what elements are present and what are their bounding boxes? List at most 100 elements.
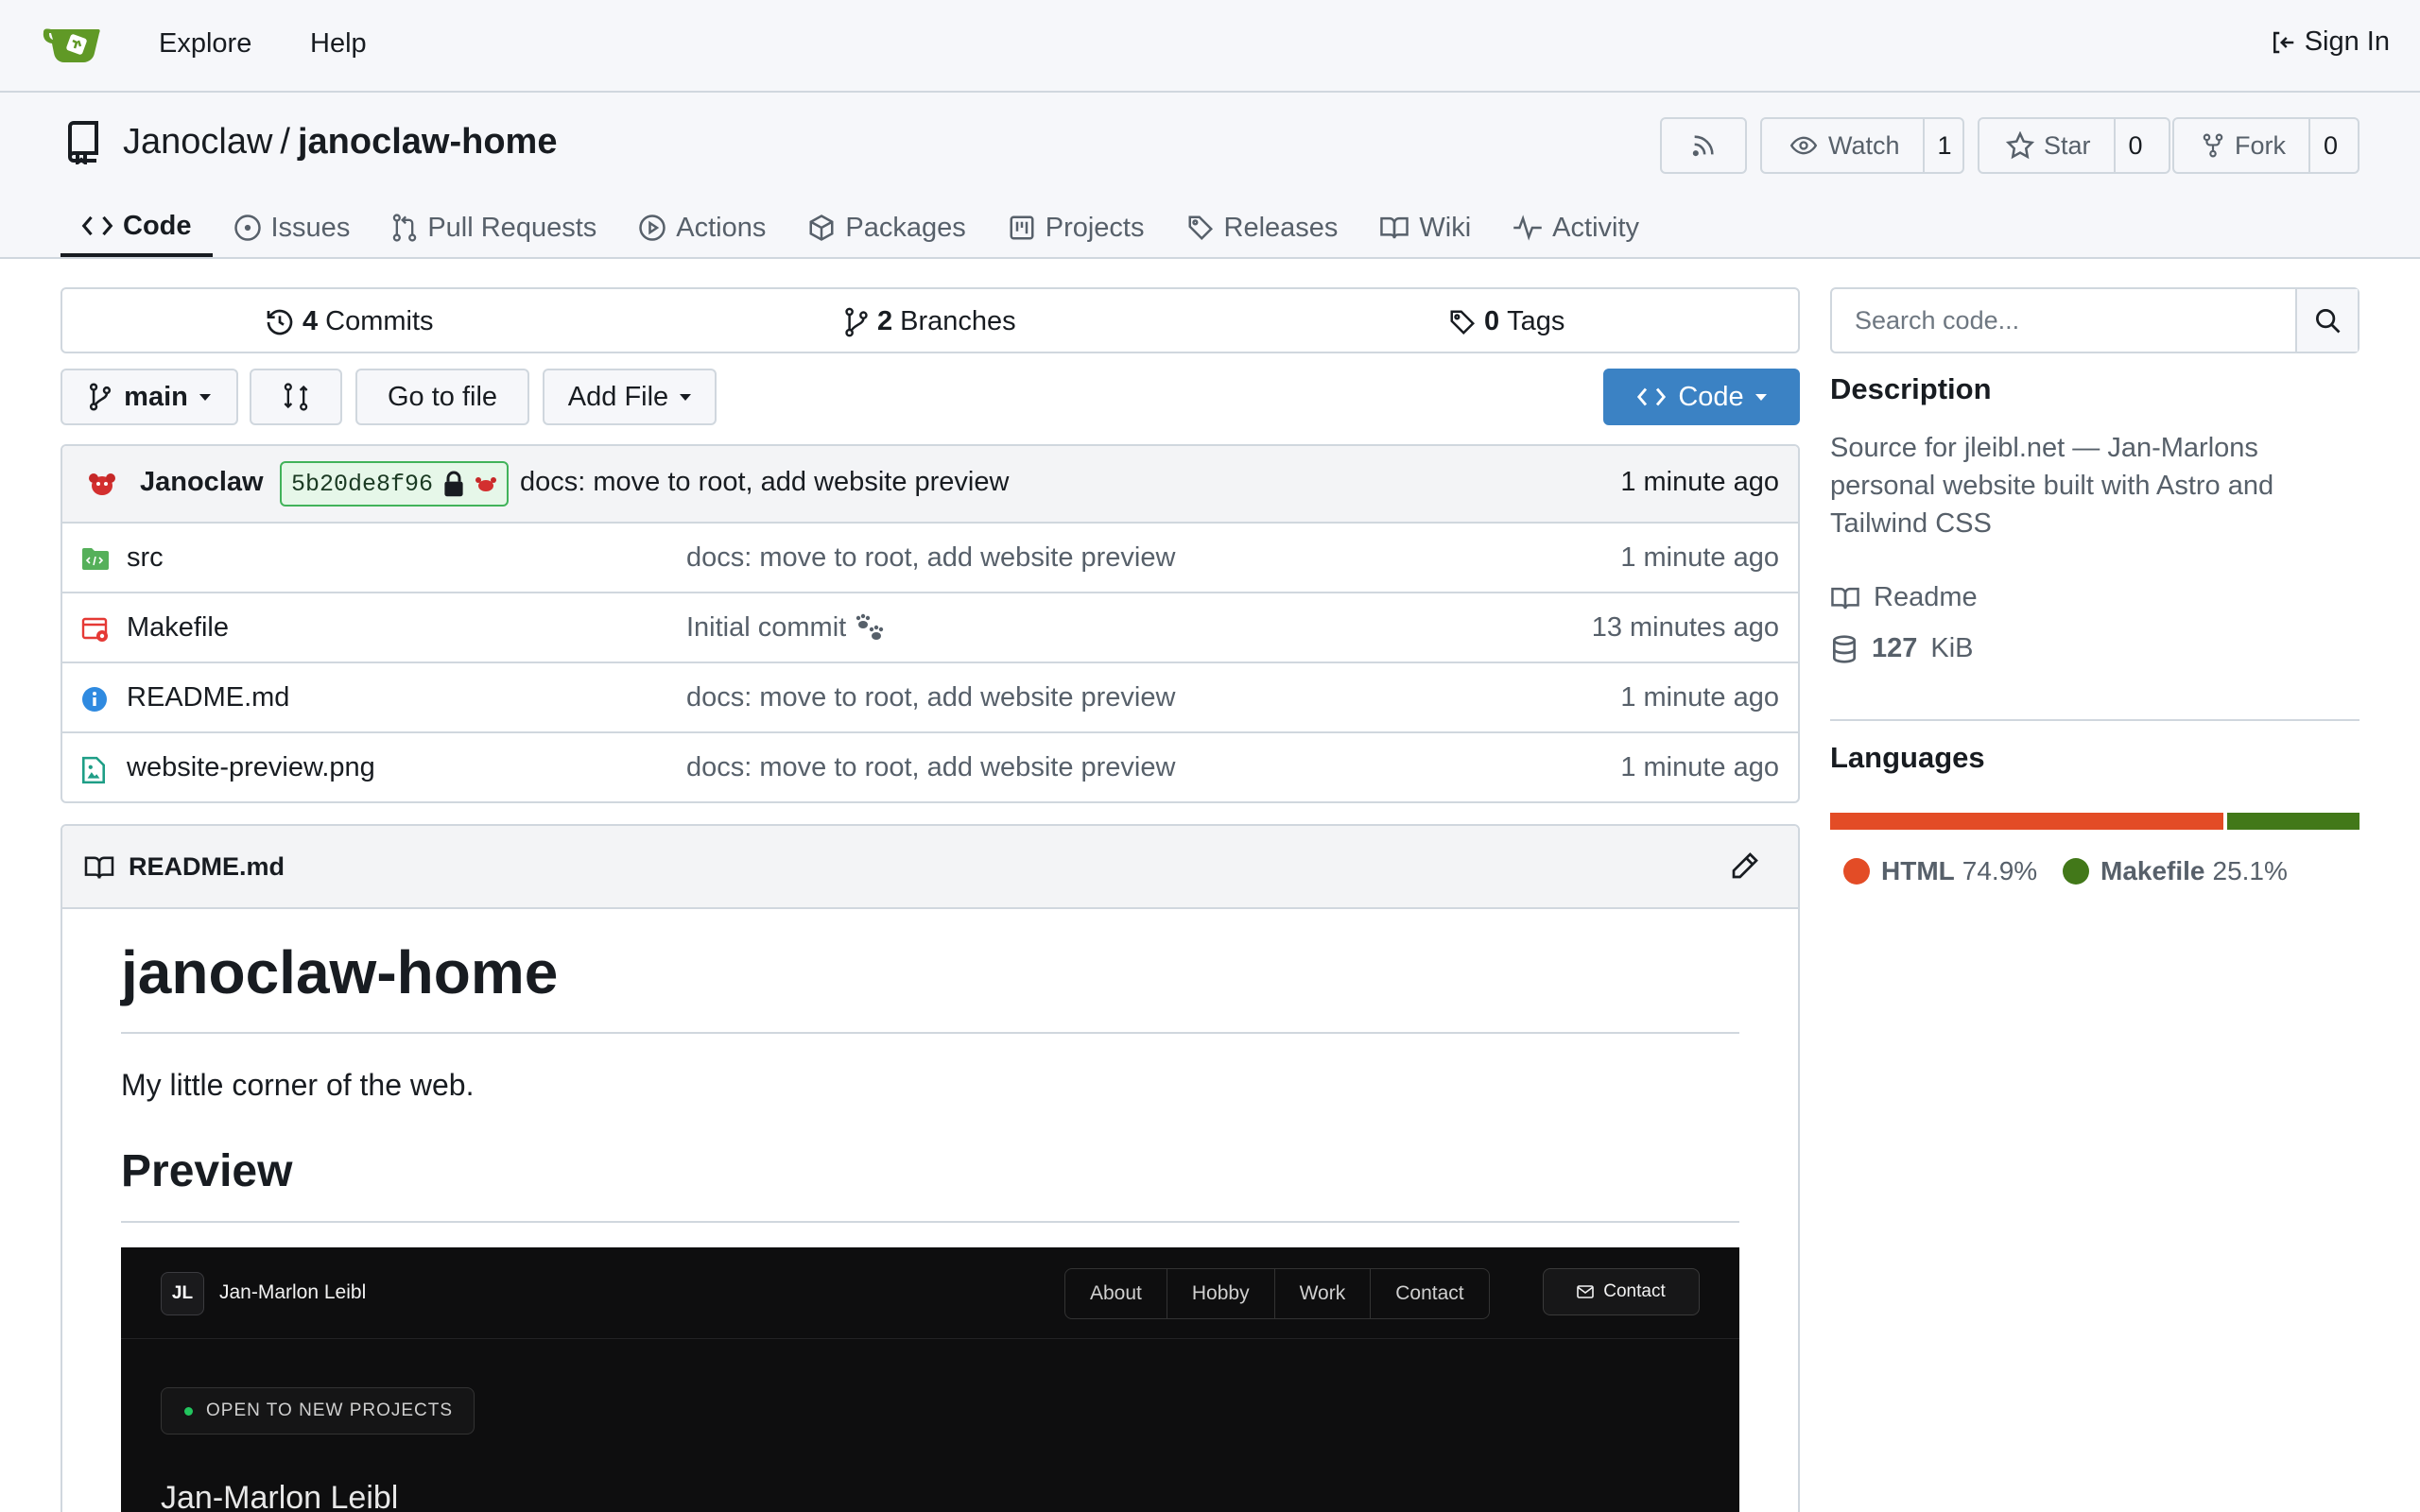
tab-releases[interactable]: Releases	[1166, 198, 1359, 257]
tab-code[interactable]: Code	[60, 198, 213, 257]
commits-link[interactable]: 4 Commits	[265, 306, 434, 337]
folder-icon	[81, 546, 110, 571]
info-icon	[81, 686, 108, 713]
watch-label: Watch	[1828, 130, 1900, 160]
paw-prints-icon	[854, 613, 886, 644]
book-icon	[1379, 215, 1409, 241]
branch-selector[interactable]: main	[60, 369, 238, 425]
star-icon	[2006, 131, 2034, 160]
eye-icon	[1789, 132, 1819, 159]
file-row[interactable]: website-preview.png docs: move to root, …	[62, 733, 1798, 801]
file-commit-message[interactable]: docs: move to root, add website preview	[686, 542, 1175, 574]
fork-button[interactable]: Fork 0	[2172, 117, 2360, 174]
commit-time: 1 minute ago	[1620, 467, 1779, 497]
readme-link[interactable]: Readme	[1830, 582, 1978, 613]
commit-author[interactable]: Janoclaw	[140, 467, 264, 498]
repo-size: 127 KiB	[1830, 633, 1974, 664]
commits-count: 4	[302, 306, 319, 336]
tags-link[interactable]: 0 Tags	[1448, 306, 1564, 337]
language-item-html: HTML 74.9%	[1843, 856, 2037, 886]
language-percent: 25.1%	[2212, 856, 2288, 885]
go-to-file-button[interactable]: Go to file	[355, 369, 529, 425]
commit-sha-badge[interactable]: 5b20de8f96	[280, 461, 510, 507]
file-name[interactable]: src	[127, 542, 164, 574]
compare-button[interactable]	[250, 369, 342, 425]
watch-button[interactable]: Watch 1	[1760, 117, 1964, 174]
file-commit-message-text: Initial commit	[686, 612, 847, 643]
fork-icon	[2201, 131, 2225, 160]
sign-in-link[interactable]: Sign In	[2269, 26, 2390, 58]
tab-code-label: Code	[123, 210, 192, 241]
sidebar-divider	[1830, 719, 2360, 721]
star-button[interactable]: Star 0	[1978, 117, 2170, 174]
chevron-down-icon	[680, 393, 692, 401]
project-icon	[1008, 214, 1036, 242]
avatar[interactable]	[87, 471, 117, 499]
add-file-button[interactable]: Add File	[543, 369, 717, 425]
repo-size-value: 127	[1872, 633, 1918, 663]
latest-commit-row: Janoclaw 5b20de8f96 docs: move to root, …	[62, 446, 1798, 524]
branch-name: main	[124, 381, 188, 412]
repo-title: Janoclaw / janoclaw-home	[62, 119, 557, 164]
file-commit-message[interactable]: docs: move to root, add website preview	[686, 752, 1175, 783]
file-name[interactable]: Makefile	[127, 612, 229, 644]
clone-code-button[interactable]: Code	[1603, 369, 1800, 425]
tab-projects[interactable]: Projects	[987, 198, 1166, 257]
repo-owner-link[interactable]: Janoclaw	[123, 122, 272, 163]
language-name: HTML	[1881, 856, 1955, 885]
tab-issues[interactable]: Issues	[213, 198, 372, 257]
description-title: Description	[1830, 372, 1992, 405]
mail-icon	[1577, 1285, 1595, 1298]
chevron-down-icon	[199, 393, 211, 401]
file-row[interactable]: src docs: move to root, add website prev…	[62, 524, 1798, 593]
tab-packages-label: Packages	[845, 212, 966, 243]
fork-label: Fork	[2235, 130, 2286, 160]
tab-releases-label: Releases	[1223, 212, 1339, 243]
edit-readme-button[interactable]	[1730, 850, 1760, 881]
commit-message-link[interactable]: docs: move to root, add website preview	[520, 467, 1009, 498]
tab-activity-label: Activity	[1552, 212, 1640, 243]
preview-status-badge: OPEN TO NEW PROJECTS	[161, 1387, 475, 1435]
preview-divider	[121, 1338, 1739, 1339]
gitea-logo-icon[interactable]	[42, 25, 102, 66]
preview-nav-item: Contact	[1370, 1269, 1488, 1318]
tab-activity[interactable]: Activity	[1492, 198, 1660, 257]
star-count[interactable]: 0	[2113, 119, 2156, 172]
tab-wiki[interactable]: Wiki	[1358, 198, 1492, 257]
tab-issues-label: Issues	[270, 212, 351, 243]
search-button[interactable]	[2295, 289, 2358, 352]
nav-explore-link[interactable]: Explore	[159, 28, 251, 60]
readme-link-label: Readme	[1874, 582, 1978, 612]
status-dot-icon	[184, 1406, 193, 1416]
commit-sha: 5b20de8f96	[291, 470, 434, 498]
tags-count: 0	[1484, 306, 1500, 336]
tag-icon	[1186, 214, 1215, 242]
file-name[interactable]: website-preview.png	[127, 752, 375, 783]
repo-description: Source for jleibl.net — Jan-Marlons pers…	[1830, 433, 2274, 539]
file-row[interactable]: README.md docs: move to root, add websit…	[62, 663, 1798, 733]
top-navbar: Explore Help Sign In	[0, 0, 2420, 93]
fork-count[interactable]: 0	[2308, 119, 2351, 172]
tab-actions[interactable]: Actions	[617, 198, 786, 257]
search-input[interactable]	[1832, 289, 2295, 352]
preview-site-name: Jan-Marlon Leibl	[219, 1281, 367, 1303]
file-commit-message[interactable]: docs: move to root, add website preview	[686, 682, 1175, 713]
branches-link[interactable]: 2 Branches	[843, 306, 1016, 337]
repo-name-link[interactable]: janoclaw-home	[298, 122, 558, 163]
preview-contact-button: Contact	[1543, 1268, 1700, 1315]
rss-icon	[1690, 132, 1717, 159]
tab-pull-requests[interactable]: Pull Requests	[371, 198, 617, 257]
code-icon	[81, 214, 113, 238]
file-name[interactable]: README.md	[127, 682, 289, 713]
languages-title: Languages	[1830, 741, 1985, 774]
preview-badge-label: OPEN TO NEW PROJECTS	[206, 1400, 454, 1420]
file-commit-message[interactable]: Initial commit	[686, 612, 886, 644]
rss-feed-button[interactable]	[1660, 117, 1747, 174]
tab-packages[interactable]: Packages	[786, 198, 986, 257]
play-icon	[638, 214, 666, 242]
nav-help-link[interactable]: Help	[310, 28, 367, 60]
tab-wiki-label: Wiki	[1419, 212, 1472, 243]
watch-count[interactable]: 1	[1922, 119, 1965, 172]
preview-nav: About Hobby Work Contact	[1064, 1268, 1490, 1319]
file-row[interactable]: Makefile Initial commit 13 minutes ago	[62, 593, 1798, 663]
